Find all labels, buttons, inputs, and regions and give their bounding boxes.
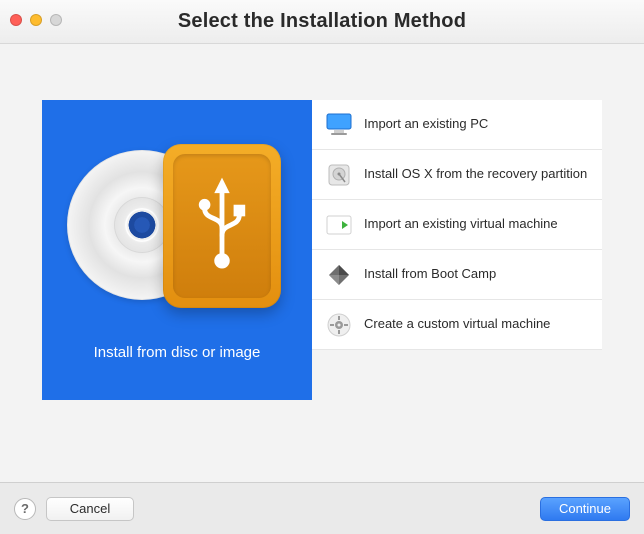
usb-drive-icon — [163, 144, 281, 308]
method-options-list: Import an existing PC Install OS X from … — [312, 100, 602, 400]
minimize-icon[interactable] — [30, 14, 42, 26]
install-method-panel: Install from disc or image Import an exi… — [42, 100, 602, 400]
content-area: Install from disc or image Import an exi… — [0, 44, 644, 482]
selected-method-label: Install from disc or image — [94, 344, 261, 361]
option-recovery-partition[interactable]: Install OS X from the recovery partition — [312, 150, 602, 200]
options-filler — [312, 350, 602, 400]
pc-monitor-icon — [324, 110, 354, 140]
hard-drive-icon — [324, 160, 354, 190]
window-controls — [10, 14, 62, 26]
option-custom-vm[interactable]: Create a custom virtual machine — [312, 300, 602, 350]
option-import-vm[interactable]: Import an existing virtual machine — [312, 200, 602, 250]
option-label: Install OS X from the recovery partition — [364, 166, 587, 182]
help-button[interactable]: ? — [14, 498, 36, 520]
disc-image-illustration — [67, 130, 287, 320]
option-label: Import an existing PC — [364, 116, 488, 132]
footer-bar: ? Cancel Continue — [0, 482, 644, 534]
option-import-pc[interactable]: Import an existing PC — [312, 100, 602, 150]
titlebar: Select the Installation Method — [0, 0, 644, 44]
option-label: Import an existing virtual machine — [364, 216, 558, 232]
option-label: Create a custom virtual machine — [364, 316, 550, 332]
close-icon[interactable] — [10, 14, 22, 26]
continue-button[interactable]: Continue — [540, 497, 630, 521]
window-title: Select the Installation Method — [0, 10, 644, 33]
bootcamp-icon — [324, 260, 354, 290]
zoom-icon — [50, 14, 62, 26]
option-label: Install from Boot Camp — [364, 266, 496, 282]
selected-method-hero[interactable]: Install from disc or image — [42, 100, 312, 400]
cancel-button[interactable]: Cancel — [46, 497, 134, 521]
option-boot-camp[interactable]: Install from Boot Camp — [312, 250, 602, 300]
import-arrow-icon — [324, 210, 354, 240]
gear-icon — [324, 310, 354, 340]
